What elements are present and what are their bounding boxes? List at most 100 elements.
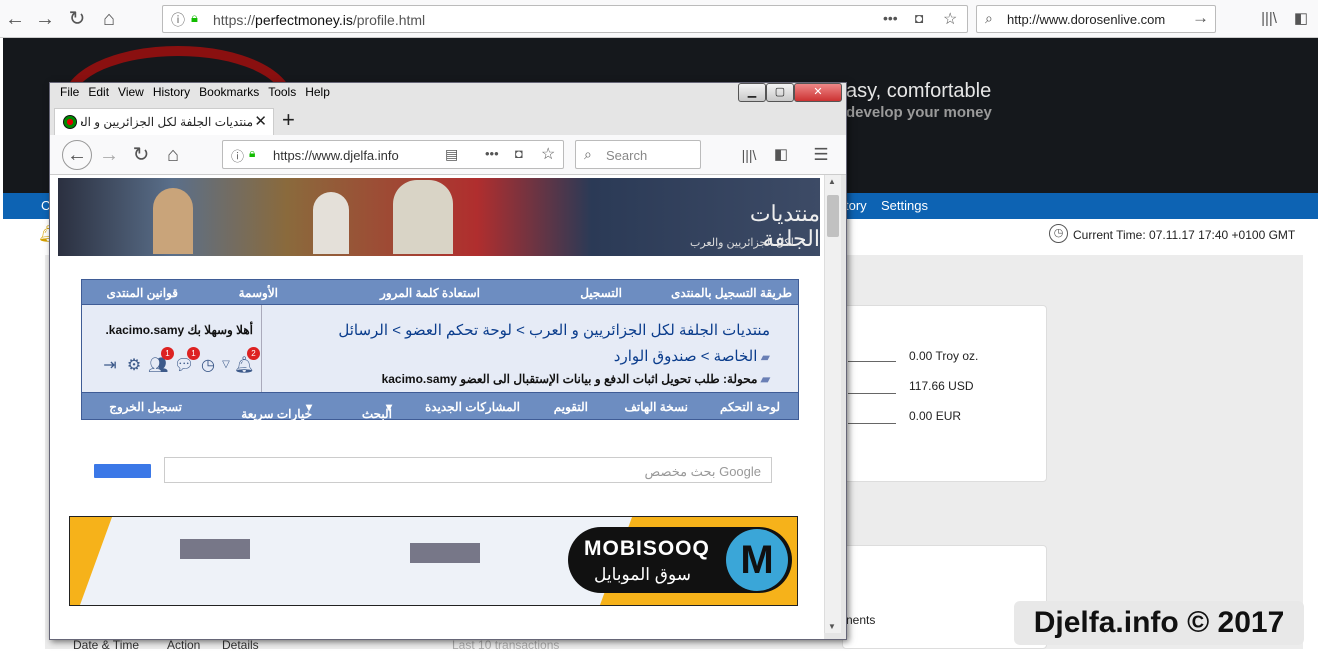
notifications-bell-icon[interactable]: 🔔︎ 2 [234, 347, 260, 375]
google-search-input[interactable]: Google بحث مخصص [164, 457, 772, 483]
tab-title: منتديات الجلفة لكل الجزائريين و العرب [81, 115, 253, 129]
reader-view-icon[interactable]: ▤ [445, 146, 458, 163]
info-icon[interactable]: ⓘ [231, 146, 244, 165]
scroll-thumb[interactable] [827, 195, 839, 237]
link-control-panel[interactable]: لوحة التحكم [720, 400, 780, 414]
minimize-icon[interactable]: ▁ [738, 83, 766, 102]
go-arrow-icon[interactable]: → [1192, 8, 1209, 28]
sidebar-icon[interactable]: ◧ [1288, 6, 1314, 32]
ad-screenshot [80, 517, 633, 605]
library-icon[interactable]: |||\ [1256, 6, 1282, 32]
link-badges[interactable]: الأوسمة [239, 286, 278, 300]
gear-icon[interactable]: ⚙ [124, 355, 144, 375]
inner-url-bar[interactable]: ⓘ 🔒︎ https://www.djelfa.info ▤ ••• ◘ ☆ [222, 140, 564, 169]
menu-help[interactable]: Help [301, 83, 334, 101]
divider [848, 393, 896, 394]
google-search-button[interactable] [94, 464, 151, 478]
ad-logo: MOBISOOQ سوق الموبايل M [568, 527, 792, 593]
scrollbar[interactable]: ▲ ▼ [824, 175, 841, 633]
pm-slogan-sub: develop your money [846, 104, 992, 121]
forward-icon[interactable]: → [32, 6, 58, 32]
mobisooq-ad[interactable]: MOBISOOQ سوق الموبايل M [69, 516, 798, 606]
reload-icon[interactable]: ↻ [64, 6, 90, 32]
logout-icon[interactable]: ⇥ [100, 355, 120, 375]
col-last-transactions: Last 10 transactions [452, 638, 560, 652]
link-forum-rules[interactable]: قوانين المنتدى [106, 286, 178, 300]
scroll-down-icon[interactable]: ▼ [828, 622, 836, 631]
menu-file[interactable]: File [56, 83, 83, 101]
divider [848, 361, 896, 362]
inner-url-text: https://www.djelfa.info [273, 148, 399, 163]
search-icon: ⌕ [985, 10, 993, 26]
tab-djelfa[interactable]: منتديات الجلفة لكل الجزائريين و العرب ✕ [54, 108, 274, 135]
search-placeholder: Search [606, 148, 648, 163]
current-time: Current Time: 07.11.17 17:40 +0100 GMT [1073, 228, 1296, 242]
search-icon: ⌕ [584, 146, 592, 162]
sidebar-icon[interactable]: ◧ [768, 142, 794, 168]
library-icon[interactable]: |||\ [736, 142, 762, 168]
menu-edit[interactable]: Edit [84, 83, 113, 101]
menu-history[interactable]: History [149, 83, 194, 101]
link-search[interactable]: البحث ▾ [362, 400, 392, 421]
breadcrumb: منتديات الجلفة لكل الجزائريين و العرب > … [81, 305, 799, 392]
pm-nav-history[interactable]: tory [845, 198, 867, 213]
forward-icon[interactable]: → [96, 142, 122, 168]
link-mobile-version[interactable]: نسخة الهاتف [625, 400, 689, 414]
home-icon[interactable]: ⌂ [160, 142, 186, 168]
scroll-up-icon[interactable]: ▲ [828, 177, 836, 186]
info-icon[interactable]: ⓘ [171, 10, 185, 30]
pm-slogan: asy, comfortable [846, 80, 992, 102]
chevron-down-icon[interactable]: ▽ [216, 359, 236, 379]
history-clock-icon[interactable]: ◷ [198, 355, 218, 375]
notifications-badge: 2 [247, 347, 260, 360]
link-quick-options[interactable]: خيارات سريعة ▾ [241, 400, 312, 421]
pocket-icon[interactable]: ◘ [515, 146, 523, 161]
message-title-text: محولة: طلب تحويل اثبات الدفع و بيانات ال… [381, 372, 758, 386]
outer-url-bar[interactable]: ⓘ 🔒︎ https://perfectmoney.is/profile.htm… [162, 5, 968, 33]
breadcrumb-line[interactable]: منتديات الجلفة لكل الجزائريين و العرب > … [338, 321, 770, 339]
menubar: File Edit View History Bookmarks Tools Help [56, 83, 335, 105]
col-date: Date & Time [73, 638, 140, 652]
message-icon: ▰ [757, 372, 770, 386]
outer-search-bar[interactable]: ⌕ http://www.dorosenlive.com → [976, 5, 1216, 33]
friends-icon[interactable]: 👥︎ 1 [148, 347, 174, 375]
balance-eur: 0.00 EUR [909, 409, 962, 423]
lock-icon: 🔒︎ [249, 146, 256, 160]
reload-icon[interactable]: ↻ [128, 142, 154, 168]
link-calendar[interactable]: التقويم [554, 400, 588, 414]
link-register-howto[interactable]: طريقة التسجيل بالمنتدى [671, 286, 792, 300]
link-register[interactable]: التسجيل [580, 286, 622, 300]
messages-icon[interactable]: 💬︎ 1 [174, 347, 200, 375]
menu-bookmarks[interactable]: Bookmarks [195, 83, 263, 101]
bookmark-star-icon[interactable]: ☆ [943, 9, 957, 29]
page-actions-icon[interactable]: ••• [485, 146, 499, 161]
breadcrumb-inbox[interactable]: الخاصة > صندوق الوارد [614, 348, 758, 365]
divider [848, 423, 896, 424]
link-logout[interactable]: تسجيل الخروج [109, 400, 182, 414]
hamburger-menu-icon[interactable]: ☰ [808, 142, 834, 168]
pocket-icon[interactable]: ◘ [915, 10, 923, 26]
menu-view[interactable]: View [114, 83, 148, 101]
back-icon[interactable]: ← [62, 140, 92, 170]
maximize-icon[interactable]: ▢ [766, 83, 794, 102]
balance-gold: 0.00 Troy oz. [909, 349, 979, 363]
bookmark-star-icon[interactable]: ☆ [541, 144, 555, 164]
outer-toolbar: ← → ↻ ⌂ ⓘ 🔒︎ https://perfectmoney.is/pro… [0, 0, 1318, 38]
link-password-recovery[interactable]: استعادة كلمة المرور [380, 286, 480, 300]
ad-brand: MOBISOOQ [584, 537, 710, 560]
link-new-posts[interactable]: المشاركات الجديدة [425, 400, 520, 414]
new-tab-button[interactable]: + [282, 107, 295, 133]
pm-nav-settings[interactable]: Settings [881, 198, 928, 213]
page-actions-icon[interactable]: ••• [883, 10, 898, 26]
close-window-icon[interactable]: ✕ [794, 83, 842, 102]
inner-browser-window: File Edit View History Bookmarks Tools Help ▁ … [49, 82, 847, 640]
forum-bottom-nav: لوحة التحكم نسخة الهاتف التقويم المشاركا… [81, 392, 799, 421]
inner-search-bar[interactable]: ⌕ Search [575, 140, 701, 169]
tab-close-icon[interactable]: ✕ [254, 112, 267, 130]
watermark: Djelfa.info © 2017 [1014, 601, 1304, 645]
banner-child-figure [313, 192, 349, 254]
ad-brand-ar: سوق الموبايل [594, 565, 691, 584]
back-icon[interactable]: ← [2, 6, 28, 32]
home-icon[interactable]: ⌂ [96, 6, 122, 32]
menu-tools[interactable]: Tools [264, 83, 300, 101]
